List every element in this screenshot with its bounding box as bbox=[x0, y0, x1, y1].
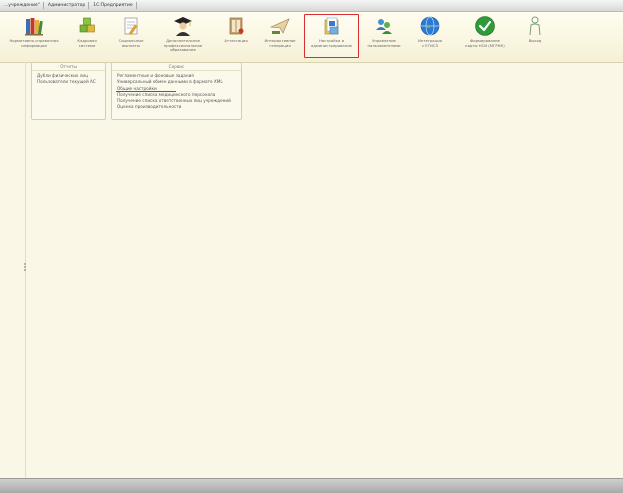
ref-info-label: Нормативно-справочная информация bbox=[9, 38, 59, 48]
person-outline-icon bbox=[529, 16, 541, 36]
splitter-grip[interactable] bbox=[24, 262, 27, 274]
attestation-label: Аттестация bbox=[224, 38, 248, 43]
attestation-button[interactable]: Аттестация bbox=[218, 15, 254, 61]
users-button[interactable]: Управление пользователями bbox=[362, 15, 406, 61]
box-stack-icon bbox=[79, 17, 95, 33]
settings-folder-icon bbox=[324, 17, 338, 35]
settings-admin-button[interactable]: Настройки и администрирование bbox=[304, 14, 359, 58]
generator-label: Интерактивное генерация bbox=[264, 38, 296, 48]
service-panel: Сервис Регламентные и фоновые задания Ун… bbox=[111, 62, 242, 120]
main-toolbar: Нормативно-справочная информация Кадрова… bbox=[0, 12, 623, 63]
hr-button[interactable]: Кадровая система bbox=[70, 15, 104, 61]
title-segment-app: 1С:Предприятие bbox=[89, 2, 137, 9]
books-icon bbox=[25, 18, 43, 36]
form-button[interactable]: Формирование карты НСИ (МГРНК) bbox=[456, 15, 514, 61]
hr-label: Кадровая система bbox=[77, 38, 97, 48]
book-open-icon bbox=[229, 17, 244, 35]
integration-label: Интеграция с ЕГИСЗ bbox=[418, 38, 442, 48]
document-pencil-icon bbox=[124, 17, 138, 36]
status-bar bbox=[0, 478, 623, 493]
settings-admin-label: Настройки и администрирование bbox=[311, 38, 352, 48]
exit-button[interactable]: Выход bbox=[520, 15, 550, 61]
generator-button[interactable]: Интерактивное генерация bbox=[260, 15, 300, 61]
integration-button[interactable]: Интеграция с ЕГИСЗ bbox=[412, 15, 448, 61]
service-item-performance[interactable]: Оценка производительности bbox=[117, 104, 241, 110]
social-payments-button[interactable]: Социальные выплаты bbox=[112, 15, 150, 61]
reports-item-users[interactable]: Пользователи текущей АС bbox=[37, 79, 105, 85]
check-icon bbox=[475, 16, 495, 36]
ref-info-button[interactable]: Нормативно-справочная информация bbox=[2, 15, 66, 61]
reports-panel: Отчеты Дубли физических лиц Пользователи… bbox=[31, 62, 106, 120]
graduate-icon bbox=[174, 17, 192, 36]
additional-education-button[interactable]: Дополнительное профессиональное образова… bbox=[154, 15, 212, 61]
plane-icon bbox=[269, 18, 290, 34]
title-segment-org: ...учреждение" bbox=[0, 2, 44, 9]
social-payments-label: Социальные выплаты bbox=[118, 38, 144, 48]
users-label: Управление пользователями bbox=[367, 38, 401, 48]
users-icon bbox=[376, 19, 392, 34]
window-title-bar: ...учреждение" Администратор 1С:Предприяти… bbox=[0, 0, 623, 12]
globe-icon bbox=[420, 16, 440, 36]
title-segment-user: Администратор bbox=[44, 2, 90, 9]
reports-panel-title: Отчеты bbox=[32, 63, 105, 71]
additional-education-label: Дополнительное профессиональное образова… bbox=[163, 38, 203, 53]
exit-label: Выход bbox=[528, 38, 542, 43]
service-panel-title: Сервис bbox=[112, 63, 241, 71]
form-label: Формирование карты НСИ (МГРНК) bbox=[465, 38, 505, 48]
